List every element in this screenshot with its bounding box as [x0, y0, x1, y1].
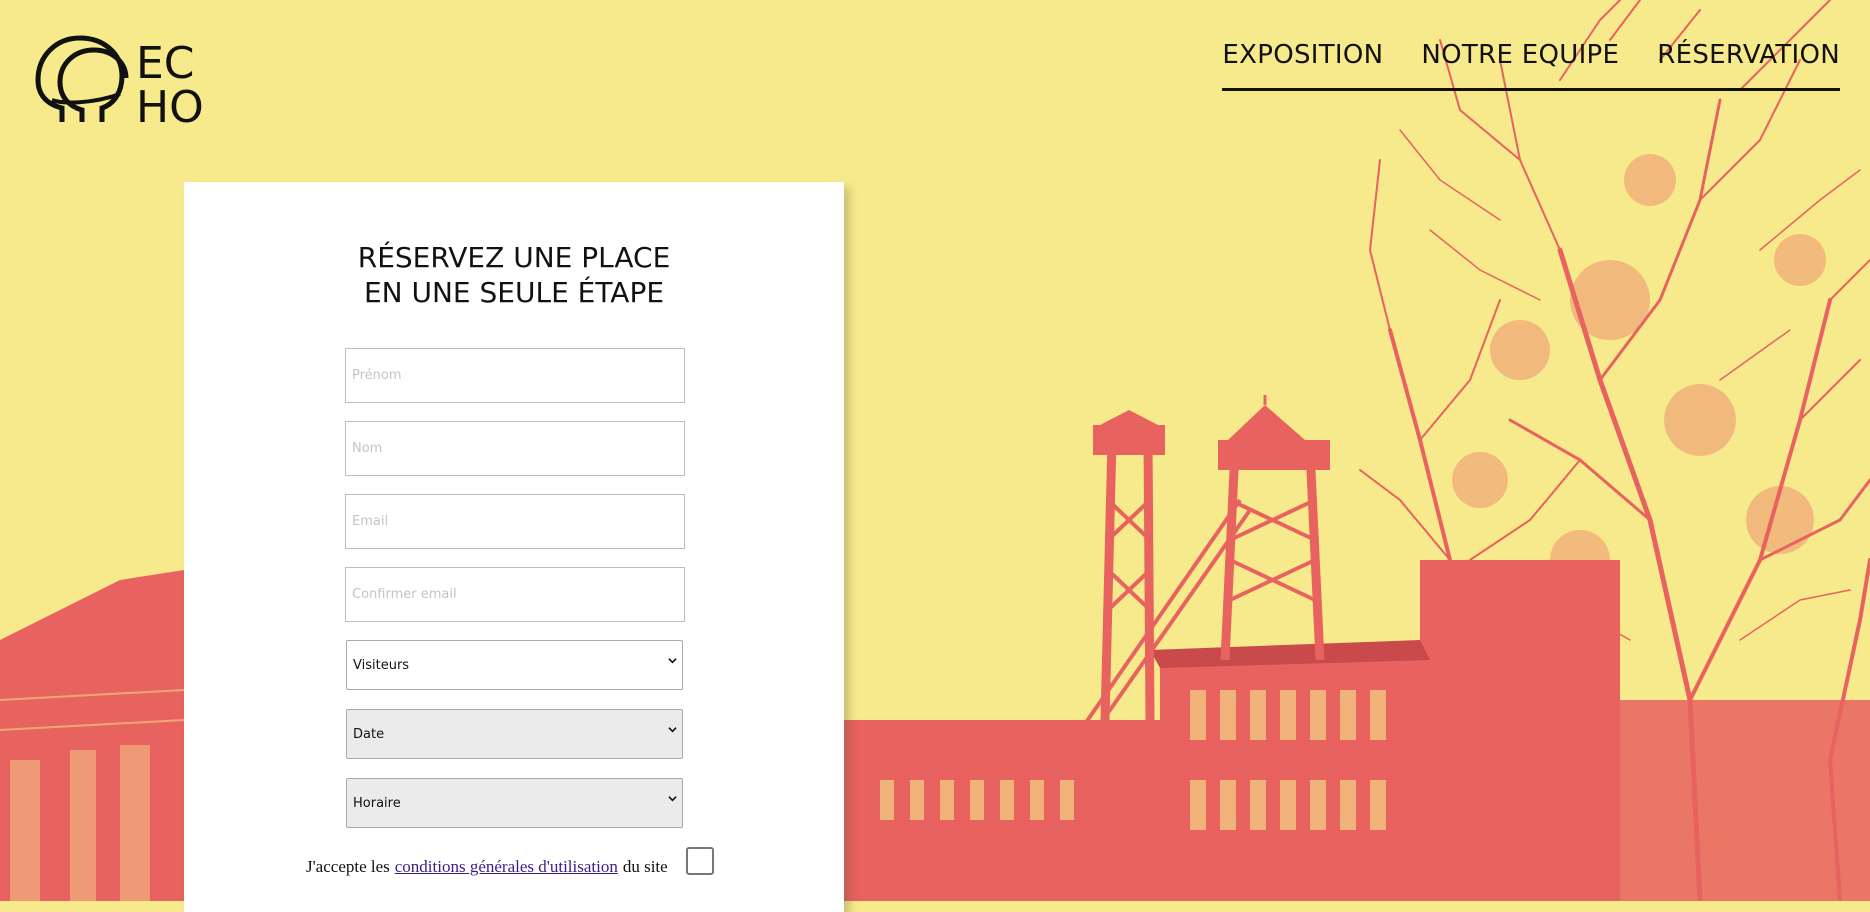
last-name-input[interactable] [345, 421, 685, 476]
nav-item-reservation[interactable]: RÉSERVATION [1657, 38, 1840, 72]
logo-text-ho: HO [136, 82, 204, 126]
form-title-line1: RÉSERVEZ UNE PLACE [357, 241, 671, 274]
email-input[interactable] [345, 494, 685, 549]
terms-prefix: J'accepte les [306, 857, 390, 876]
echo-logo[interactable]: EC HO [32, 34, 212, 133]
nav-item-exposition[interactable]: EXPOSITION [1222, 38, 1383, 72]
visitors-select-wrap: Visiteurs [345, 640, 685, 690]
terms-link[interactable]: conditions générales d'utilisation [395, 857, 618, 877]
main-nav: EXPOSITION NOTRE EQUIPE RÉSERVATION [1222, 38, 1840, 91]
nav-item-notre-equipe[interactable]: NOTRE EQUIPE [1421, 38, 1619, 72]
form-title: RÉSERVEZ UNE PLACE EN UNE SEULE ÉTAPE [184, 240, 844, 310]
terms-row: J'accepte les conditions générales d'uti… [306, 847, 726, 884]
logo-heads-icon: EC HO [35, 35, 204, 133]
time-select-wrap: Horaire [345, 778, 685, 828]
confirm-email-input[interactable] [345, 567, 685, 622]
terms-suffix: du site [622, 857, 668, 876]
date-select[interactable]: Date [346, 709, 683, 759]
form-title-line2: EN UNE SEULE ÉTAPE [363, 276, 665, 309]
date-select-wrap: Date [345, 709, 685, 759]
time-select[interactable]: Horaire [346, 778, 683, 828]
reservation-form-card: RÉSERVEZ UNE PLACE EN UNE SEULE ÉTAPE Vi… [184, 182, 844, 912]
first-name-input[interactable] [345, 348, 685, 403]
visitors-select[interactable]: Visiteurs [346, 640, 683, 690]
terms-checkbox[interactable] [685, 847, 714, 875]
form-fields: Visiteurs Date Horaire [345, 348, 685, 847]
